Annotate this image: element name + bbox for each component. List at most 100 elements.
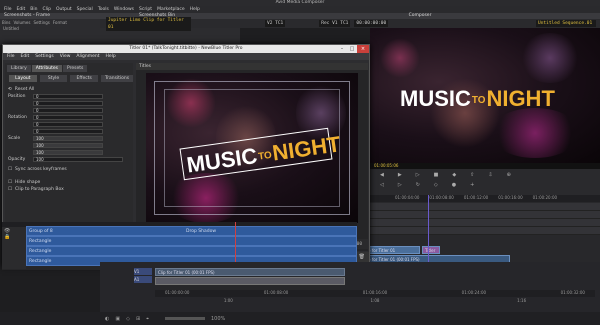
titler-menu-view[interactable]: View — [60, 53, 71, 60]
tool-icon[interactable]: ⊞ — [136, 316, 140, 322]
add-edit-icon[interactable]: + — [470, 182, 474, 188]
step-icon[interactable]: ◆ — [452, 172, 456, 178]
loop-icon[interactable]: ↻ — [416, 182, 420, 188]
tab-attributes[interactable]: Attributes — [31, 65, 62, 72]
extract-icon[interactable]: ⇩ — [488, 172, 492, 178]
reset-icon[interactable]: ⟲ — [8, 87, 12, 92]
ruler-tick: 01:00:16:00 — [362, 290, 388, 295]
timeline-track — [360, 211, 600, 219]
titler-track[interactable]: Rectangle — [26, 246, 357, 256]
menu-bin[interactable]: Bin — [30, 6, 37, 13]
track-name: Group of 8 — [29, 229, 53, 234]
avid-timeline-lower: V1 A1 Clip for Titler 01 (00:01 FPS) 01:… — [100, 262, 600, 312]
menu-windows[interactable]: Windows — [114, 6, 134, 13]
tool-icon[interactable]: ◇ — [126, 316, 130, 322]
minimize-icon[interactable]: – — [337, 45, 347, 53]
param-field[interactable]: 100 — [33, 150, 103, 155]
overwrite-icon[interactable]: ● — [452, 182, 456, 188]
subtab-effects[interactable]: Effects — [70, 75, 99, 82]
bin-toolbar-format[interactable]: Format — [53, 20, 67, 25]
titler-track-group[interactable]: Group of 8 Drop Shadow — [26, 226, 357, 236]
composer-controls: 01:00:05:06 ◀ ▶ ▷ ■ ◆ ⇧ ⇩ ⊕ ◁ ▷ ↻ ◇ ● + — [370, 163, 600, 195]
lower-clip-audio[interactable] — [155, 277, 345, 285]
lower-clip[interactable]: Clip for Titler 01 (00:01 FPS) — [155, 268, 345, 276]
subtab-style[interactable]: Style — [39, 75, 68, 82]
menu-file[interactable]: File — [4, 6, 12, 13]
bin-toolbar-settings[interactable]: Settings — [33, 20, 49, 25]
titler-menu-edit[interactable]: Edit — [21, 53, 30, 60]
mark-clip-icon[interactable]: ◇ — [434, 182, 438, 188]
play-icon[interactable]: ▷ — [416, 172, 420, 178]
menu-tools[interactable]: Tools — [98, 6, 109, 13]
mark-out-icon[interactable]: ▶ — [398, 172, 402, 178]
checkbox[interactable]: ☐ — [8, 167, 12, 172]
track-a1-header[interactable]: A1 — [134, 276, 152, 283]
stop-icon[interactable]: ■ — [434, 172, 439, 178]
titler-titlebar: Titler 01* (TalkTonight.titbitte) - NewB… — [3, 45, 369, 53]
tool-icon[interactable]: ⌖ — [146, 316, 149, 322]
ruler-tick: 01:00:24:00 — [461, 290, 487, 295]
stage-light — [520, 33, 580, 83]
titler-menu-alignment[interactable]: Alignment — [76, 53, 99, 60]
ruler-tick: 01:00:16:00 — [498, 195, 523, 200]
maximize-icon[interactable]: □ — [347, 45, 357, 53]
track-header-column: V1 A1 — [134, 268, 152, 308]
param-field[interactable]: 0 — [33, 94, 103, 99]
lock-icon[interactable]: 🔒 — [4, 234, 24, 240]
titler-menu-file[interactable]: File — [7, 53, 15, 60]
titler-track[interactable]: Rectangle — [26, 236, 357, 246]
title-night: NIGHT — [486, 86, 555, 111]
source-clip-name[interactable]: Jupiter Limo Clip for Titler 01 — [106, 16, 191, 31]
splice-icon[interactable]: ⊕ — [507, 172, 511, 178]
checkbox[interactable]: ☐ — [8, 180, 12, 185]
bin-toolbar-bins[interactable]: Bins — [2, 20, 10, 25]
param-row: ⟲ Reset All — [5, 86, 133, 93]
timeline-track — [360, 219, 600, 227]
param-field[interactable]: 100 — [33, 143, 103, 148]
stage-light — [380, 38, 420, 78]
tab-library[interactable]: Library — [7, 65, 31, 72]
jog-fwd-icon[interactable]: ▷ — [398, 182, 402, 188]
bin-toolbar-volumes[interactable]: Volumes — [13, 20, 30, 25]
param-field[interactable]: 0 — [33, 129, 103, 134]
subtab-transitions[interactable]: Transitions — [101, 75, 134, 82]
titler-menu-settings[interactable]: Settings — [35, 53, 53, 60]
param-field[interactable]: 0 — [33, 115, 103, 120]
tool-icon[interactable]: ◐ — [105, 316, 109, 322]
menu-clip[interactable]: Clip — [42, 6, 51, 13]
lift-icon[interactable]: ⇧ — [470, 172, 474, 178]
track-v1-header[interactable]: V1 — [134, 268, 152, 275]
titler-menu-help[interactable]: Help — [105, 53, 115, 60]
mark-in-icon[interactable]: ◀ — [380, 172, 384, 178]
titler-tracks: Group of 8 Drop Shadow Rectangle Rectang… — [26, 226, 357, 266]
subtab-layout[interactable]: Layout — [9, 75, 37, 82]
titler-preview-canvas[interactable]: MUSICTONIGHT — [146, 73, 358, 223]
menu-help[interactable]: Help — [190, 6, 200, 13]
param-field[interactable]: 100 — [33, 157, 123, 162]
menu-output[interactable]: Output — [56, 6, 72, 13]
tab-presets[interactable]: Presets — [62, 65, 88, 72]
param-field[interactable]: 0 — [33, 108, 103, 113]
param-field[interactable]: 0 — [33, 122, 103, 127]
jog-back-icon[interactable]: ◁ — [380, 182, 384, 188]
record-monitor[interactable]: MUSICTONIGHT — [370, 28, 600, 163]
param-field[interactable]: 0 — [33, 101, 103, 106]
timeline-clip-small[interactable]: Titler — [422, 246, 440, 254]
param-row: 0 — [5, 100, 133, 107]
menu-special[interactable]: Special — [77, 6, 93, 13]
menu-script[interactable]: Script — [139, 6, 152, 13]
record-seq-name[interactable]: Untitled Sequence.01 — [536, 20, 596, 27]
param-row: Opacity 100 — [5, 156, 133, 163]
menu-marketplace[interactable]: Marketplace — [157, 6, 185, 13]
trash-icon[interactable]: 🗑 — [359, 254, 365, 260]
timeline-ruler[interactable]: 01:00:04:00 01:00:08:00 01:00:12:00 01:0… — [360, 195, 600, 202]
ruler-tick: 1:00 — [223, 298, 233, 303]
music-title-overlay: MUSICTONIGHT — [400, 86, 555, 112]
lower-ruler[interactable]: 01:00:00:00 01:00:08:00 01:00:16:00 01:0… — [155, 290, 595, 297]
menu-edit[interactable]: Edit — [17, 6, 26, 13]
param-field[interactable]: 100 — [33, 136, 103, 141]
zoom-slider[interactable] — [165, 317, 205, 320]
tool-icon[interactable]: ▣ — [115, 316, 120, 322]
close-icon[interactable]: × — [357, 45, 369, 53]
checkbox[interactable]: ☐ — [8, 187, 12, 192]
